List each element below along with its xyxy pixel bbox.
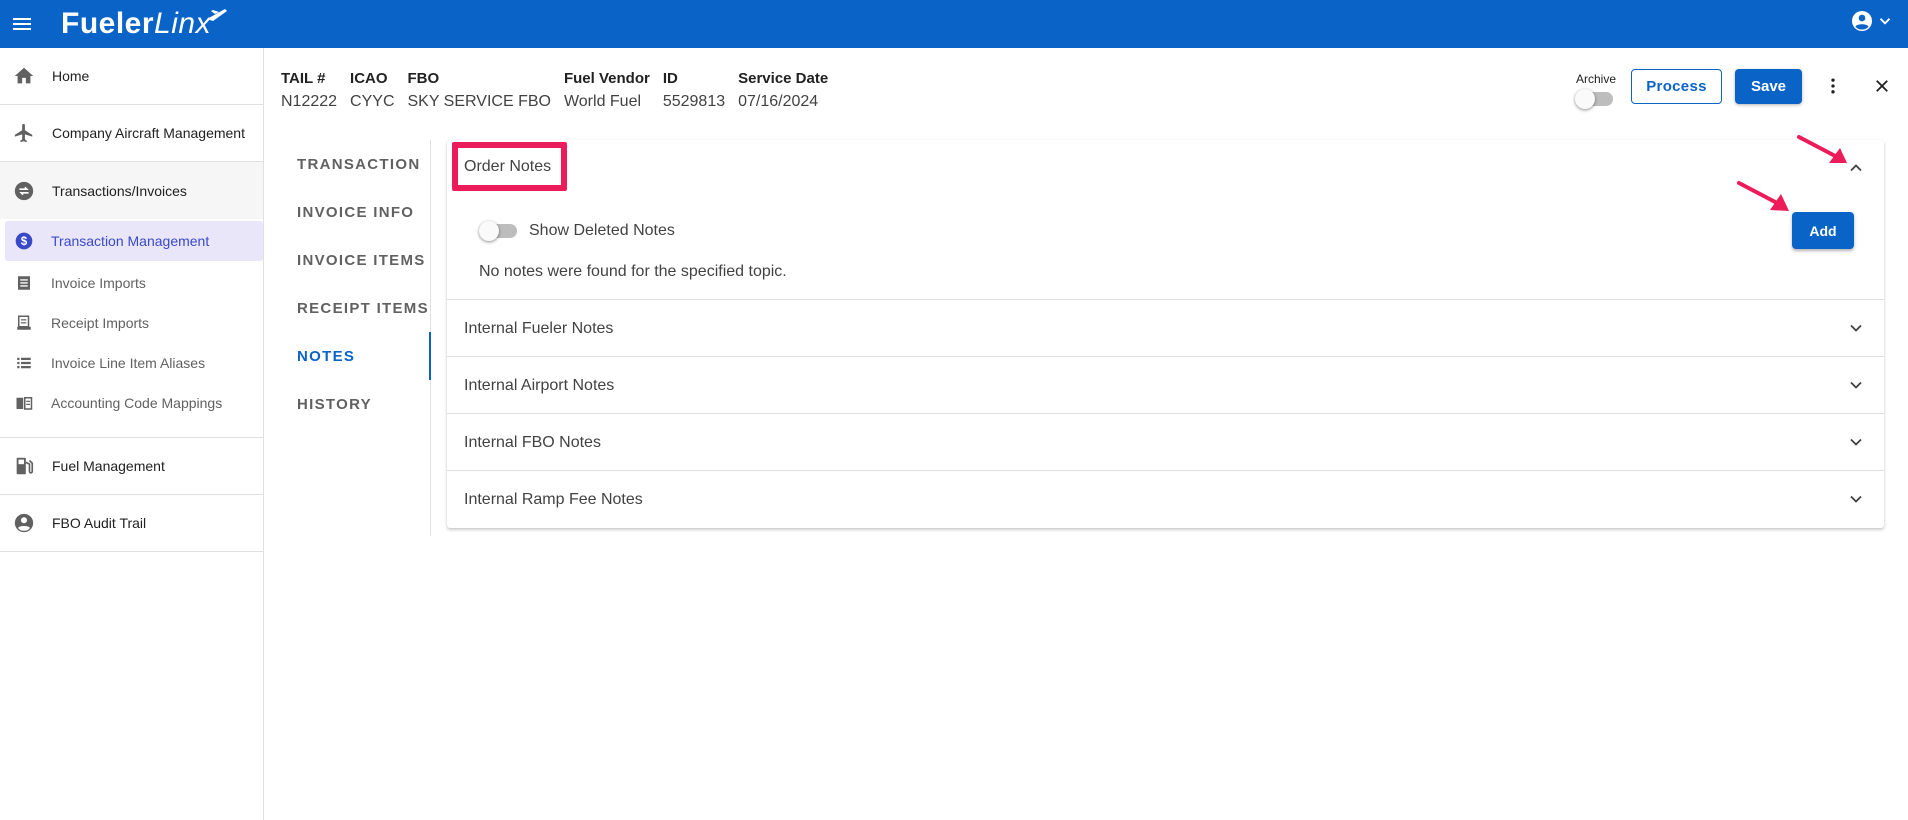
swap-icon: [13, 180, 35, 202]
svg-text:$: $: [21, 235, 28, 248]
notes-panel: Order Notes Show Deleted Notes No notes …: [447, 140, 1884, 528]
sidebar-item-receipt-imports[interactable]: Receipt Imports: [0, 303, 263, 343]
sidebar-item-label: Home: [52, 68, 90, 84]
archive-label: Archive: [1575, 72, 1616, 86]
sidebar-item-label: Company Aircraft Management: [52, 125, 245, 141]
receipt-icon: [14, 313, 34, 333]
header-service-date: Service Date 07/16/2024: [738, 70, 828, 111]
top-app-bar: Fueler Linx: [0, 0, 1908, 48]
chevron-down-icon: [1844, 316, 1868, 340]
account-circle-icon: [1852, 11, 1872, 31]
transaction-header: TAIL # N12222 ICAO CYYC FBO SKY SERVICE …: [281, 70, 841, 111]
section-title: Internal Ramp Fee Notes: [464, 491, 643, 508]
save-button[interactable]: Save: [1735, 69, 1802, 104]
header-label: ID: [662, 70, 678, 87]
home-icon: [13, 65, 35, 87]
sidebar-item-invoice-line-item-aliases[interactable]: Invoice Line Item Aliases: [0, 343, 263, 383]
header-label: ICAO: [350, 70, 388, 87]
sidebar-item-label: Invoice Imports: [51, 275, 146, 291]
show-deleted-row: Show Deleted Notes: [479, 221, 675, 241]
sidebar-item-label: FBO Audit Trail: [52, 515, 147, 531]
section-internal-fbo-notes[interactable]: Internal FBO Notes: [447, 413, 1884, 470]
tab-receipt-items[interactable]: RECEIPT ITEMS: [281, 284, 430, 332]
header-value: CYYC: [350, 93, 395, 110]
tab-notes[interactable]: NOTES: [281, 332, 431, 380]
sidebar-item-home[interactable]: Home: [0, 48, 263, 105]
sidebar-item-transactions-invoices[interactable]: Transactions/Invoices: [0, 162, 263, 219]
chevron-down-icon: [1844, 487, 1868, 511]
header-label: FBO: [407, 70, 440, 87]
toggle-knob: [479, 221, 499, 241]
header-label: Service Date: [738, 70, 829, 87]
tab-invoice-items[interactable]: INVOICE ITEMS: [281, 236, 430, 284]
sidebar-item-label: Transaction Management: [51, 233, 210, 249]
archive-toggle[interactable]: [1575, 89, 1613, 109]
app-logo[interactable]: Fueler Linx: [61, 5, 229, 43]
header-label: TAIL #: [281, 70, 326, 87]
dollar-icon: $: [14, 231, 34, 251]
archive-control: Archive: [1573, 72, 1619, 109]
tab-history[interactable]: HISTORY: [281, 380, 430, 428]
tab-transaction[interactable]: TRANSACTION: [281, 140, 430, 188]
header-value: N12222: [281, 93, 338, 110]
section-title: Internal FBO Notes: [464, 434, 601, 451]
logo-plane-icon: [207, 9, 228, 21]
chevron-down-icon: [1879, 18, 1891, 25]
logo-main-text: Fueler: [61, 7, 155, 40]
close-icon[interactable]: [1868, 72, 1896, 100]
show-deleted-toggle[interactable]: [479, 221, 517, 241]
header-icao: ICAO CYYC: [350, 70, 394, 111]
section-internal-fueler-notes[interactable]: Internal Fueler Notes: [447, 299, 1884, 356]
document-icon: [14, 273, 34, 293]
menu-icon[interactable]: [10, 12, 34, 36]
sidebar-item-fbo-audit-trail[interactable]: FBO Audit Trail: [0, 495, 263, 552]
header-value: 5529813: [662, 93, 726, 110]
fuel-pump-icon: [13, 455, 35, 477]
show-deleted-label: Show Deleted Notes: [529, 222, 675, 239]
order-notes-header[interactable]: Order Notes: [464, 158, 551, 176]
header-value: World Fuel: [563, 93, 642, 110]
add-note-button[interactable]: Add: [1792, 212, 1854, 249]
header-tail: TAIL # N12222: [281, 70, 337, 111]
airplane-icon: [13, 122, 35, 144]
section-title: Internal Airport Notes: [464, 377, 615, 394]
sidebar-item-label: Fuel Management: [52, 458, 165, 474]
toggle-knob: [1575, 89, 1595, 109]
sidebar-item-label: Receipt Imports: [51, 315, 150, 331]
header-fbo: FBO SKY SERVICE FBO: [408, 70, 551, 111]
tab-invoice-info[interactable]: INVOICE INFO: [281, 188, 430, 236]
account-circle-icon: [13, 512, 35, 534]
sidebar-item-transaction-management[interactable]: $ Transaction Management: [5, 221, 263, 261]
sidebar-item-company-aircraft[interactable]: Company Aircraft Management: [0, 105, 263, 162]
logo-sub-text: Linx: [154, 7, 212, 40]
list-icon: [14, 353, 34, 373]
header-value: 07/16/2024: [738, 93, 819, 110]
empty-message: No notes were found for the specified to…: [479, 263, 787, 280]
header-label: Fuel Vendor: [563, 70, 650, 87]
sidebar-item-invoice-imports[interactable]: Invoice Imports: [0, 263, 263, 303]
header-id: ID 5529813: [663, 70, 725, 111]
header-fuel-vendor: Fuel Vendor World Fuel: [564, 70, 650, 111]
more-vert-icon[interactable]: [1819, 72, 1847, 100]
sidebar-item-label: Accounting Code Mappings: [51, 395, 223, 411]
chevron-down-icon: [1844, 430, 1868, 454]
chevron-up-icon[interactable]: [1844, 156, 1868, 180]
chevron-down-icon: [1844, 373, 1868, 397]
account-menu[interactable]: [1850, 9, 1894, 33]
section-title: Internal Fueler Notes: [464, 320, 614, 337]
header-value: SKY SERVICE FBO: [407, 93, 551, 110]
book-icon: [14, 393, 34, 413]
detail-tabs: TRANSACTION INVOICE INFO INVOICE ITEMS R…: [281, 140, 431, 536]
sidebar-group-transactions: Transactions/Invoices $ Transaction Mana…: [0, 162, 263, 438]
process-button[interactable]: Process: [1631, 69, 1722, 104]
sidebar-item-label: Transactions/Invoices: [52, 182, 187, 199]
sidebar-item-accounting-code-mappings[interactable]: Accounting Code Mappings: [0, 383, 263, 423]
section-internal-airport-notes[interactable]: Internal Airport Notes: [447, 356, 1884, 413]
sidebar-nav: Home Company Aircraft Management Transac…: [0, 48, 264, 820]
section-internal-ramp-fee-notes[interactable]: Internal Ramp Fee Notes: [447, 470, 1884, 527]
sidebar-item-label: Invoice Line Item Aliases: [51, 355, 206, 371]
sidebar-item-fuel-management[interactable]: Fuel Management: [0, 438, 263, 495]
